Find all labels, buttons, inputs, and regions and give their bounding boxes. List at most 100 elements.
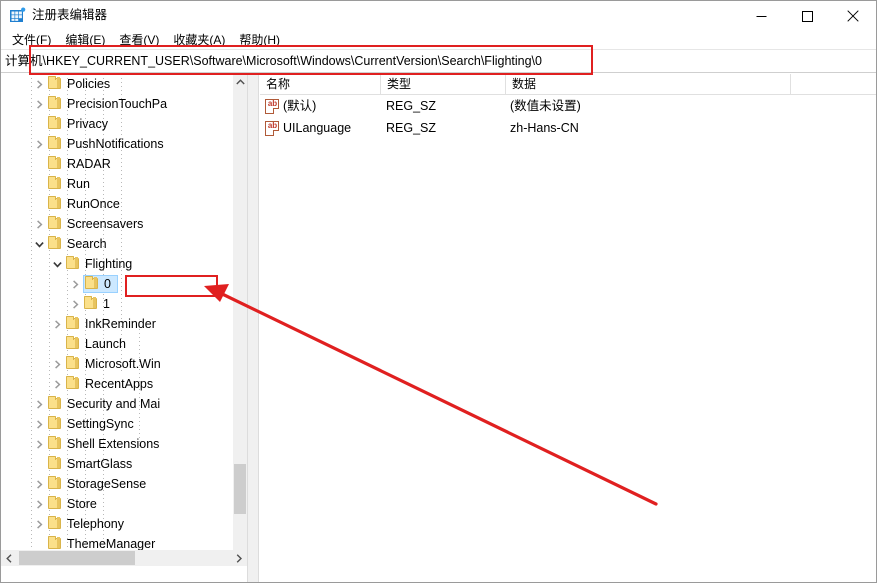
scroll-right-arrow-icon[interactable] — [231, 550, 247, 566]
folder-icon — [47, 417, 63, 431]
tree-item-label: 1 — [103, 294, 110, 314]
tree-item-content[interactable]: Telephony — [47, 515, 130, 533]
tree-item-content[interactable]: RADAR — [47, 155, 117, 173]
tree-item-content[interactable]: PrecisionTouchPa — [47, 95, 173, 113]
tree-item-content[interactable]: 0 — [83, 275, 118, 293]
address-bar[interactable]: 计算机\HKEY_CURRENT_USER\Software\Microsoft… — [1, 49, 876, 73]
values-list-body[interactable]: ab(默认)REG_SZ(数值未设置)abUILanguageREG_SZzh-… — [260, 95, 876, 583]
tree-expander-placeholder — [31, 115, 47, 133]
tree-item-content[interactable]: Shell Extensions — [47, 435, 165, 453]
tree-expander-placeholder — [31, 175, 47, 193]
tree-horizontal-scrollbar[interactable] — [1, 550, 247, 566]
chevron-right-icon[interactable] — [67, 275, 83, 293]
tree-item-shell-extensions[interactable]: Shell Extensions — [1, 434, 233, 454]
column-header-type[interactable]: 类型 — [381, 74, 506, 95]
chevron-right-icon[interactable] — [31, 135, 47, 153]
tree-item-screensavers[interactable]: Screensavers — [1, 214, 233, 234]
chevron-right-icon[interactable] — [31, 475, 47, 493]
tree-item-store[interactable]: Store — [1, 494, 233, 514]
value-row[interactable]: ab(默认)REG_SZ(数值未设置) — [260, 95, 876, 117]
address-path-text[interactable]: 计算机\HKEY_CURRENT_USER\Software\Microsoft… — [1, 50, 542, 72]
tree-item-content[interactable]: Microsoft.Win — [65, 355, 167, 373]
chevron-right-icon[interactable] — [49, 355, 65, 373]
tree-item-content[interactable]: Store — [47, 495, 103, 513]
tree-item-telephony[interactable]: Telephony — [1, 514, 233, 534]
tree-item-pushnotifications[interactable]: PushNotifications — [1, 134, 233, 154]
tree-item-content[interactable]: RunOnce — [47, 195, 126, 213]
registry-editor-window: 注册表编辑器 文件(F) 编辑(E) 查看(V) 收藏夹(A) 帮助(H) 计算… — [0, 0, 877, 583]
tree-item-content[interactable]: SmartGlass — [47, 455, 138, 473]
chevron-right-icon[interactable] — [31, 75, 47, 93]
chevron-right-icon[interactable] — [31, 415, 47, 433]
tree-item-precisiontouchpa[interactable]: PrecisionTouchPa — [1, 94, 233, 114]
tree-item-content[interactable]: PushNotifications — [47, 135, 170, 153]
menu-file[interactable]: 文件(F) — [6, 31, 59, 49]
tree-item-flighting[interactable]: Flighting — [1, 254, 233, 274]
maximize-button[interactable] — [784, 1, 830, 31]
tree-item-content[interactable]: Screensavers — [47, 215, 149, 233]
tree-item-content[interactable]: 1 — [83, 295, 116, 313]
menu-favorites[interactable]: 收藏夹(A) — [167, 31, 233, 49]
chevron-right-icon[interactable] — [67, 295, 83, 313]
tree-item-run[interactable]: Run — [1, 174, 233, 194]
value-row[interactable]: abUILanguageREG_SZzh-Hans-CN — [260, 117, 876, 139]
tree-expander-placeholder — [31, 195, 47, 213]
tree-item-storagesense[interactable]: StorageSense — [1, 474, 233, 494]
column-header-data[interactable]: 数据 — [506, 74, 791, 95]
tree-item-security-and-mai[interactable]: Security and Mai — [1, 394, 233, 414]
tree-item-inkreminder[interactable]: InkReminder — [1, 314, 233, 334]
chevron-right-icon[interactable] — [31, 215, 47, 233]
tree-item-privacy[interactable]: Privacy — [1, 114, 233, 134]
chevron-down-icon[interactable] — [49, 255, 65, 273]
tree-item-content[interactable]: Privacy — [47, 115, 114, 133]
values-list-header: 名称 类型 数据 — [260, 74, 876, 95]
tree-item-0[interactable]: 0 — [1, 274, 233, 294]
tree-item-settingsync[interactable]: SettingSync — [1, 414, 233, 434]
scroll-up-arrow-icon[interactable] — [233, 74, 247, 90]
chevron-right-icon[interactable] — [31, 95, 47, 113]
string-value-icon: ab — [265, 95, 281, 117]
tree-item-label: InkReminder — [85, 314, 156, 334]
tree-item-content[interactable]: RecentApps — [65, 375, 159, 393]
chevron-right-icon[interactable] — [49, 375, 65, 393]
chevron-right-icon[interactable] — [49, 315, 65, 333]
tree-item-radar[interactable]: RADAR — [1, 154, 233, 174]
chevron-right-icon[interactable] — [31, 495, 47, 513]
minimize-button[interactable] — [738, 1, 784, 31]
tree-item-content[interactable]: StorageSense — [47, 475, 152, 493]
tree-item-content[interactable]: Policies — [47, 75, 116, 93]
tree-item-content[interactable]: Flighting — [65, 255, 138, 273]
tree-item-content[interactable]: Launch — [65, 335, 132, 353]
menu-view[interactable]: 查看(V) — [113, 31, 167, 49]
menu-edit[interactable]: 编辑(E) — [59, 31, 113, 49]
value-name: UILanguage — [283, 117, 383, 139]
tree-item-1[interactable]: 1 — [1, 294, 233, 314]
tree-item-smartglass[interactable]: SmartGlass — [1, 454, 233, 474]
scroll-thumb-horizontal[interactable] — [19, 551, 135, 565]
tree-item-content[interactable]: SettingSync — [47, 415, 140, 433]
tree-item-launch[interactable]: Launch — [1, 334, 233, 354]
chevron-down-icon[interactable] — [31, 235, 47, 253]
tree-item-recentapps[interactable]: RecentApps — [1, 374, 233, 394]
tree-item-content[interactable]: Security and Mai — [47, 395, 166, 413]
scroll-thumb[interactable] — [234, 464, 246, 514]
scroll-left-arrow-icon[interactable] — [1, 550, 17, 566]
tree-item-content[interactable]: Run — [47, 175, 96, 193]
tree-item-content[interactable]: InkReminder — [65, 315, 162, 333]
folder-icon — [47, 537, 63, 551]
chevron-right-icon[interactable] — [31, 435, 47, 453]
chevron-right-icon[interactable] — [31, 515, 47, 533]
tree-item-runonce[interactable]: RunOnce — [1, 194, 233, 214]
close-button[interactable] — [830, 1, 876, 31]
menu-help[interactable]: 帮助(H) — [233, 31, 288, 49]
tree-item-label: Run — [67, 174, 90, 194]
tree-item-policies[interactable]: Policies — [1, 74, 233, 94]
pane-splitter[interactable] — [247, 74, 259, 583]
registry-tree[interactable]: Policies PrecisionTouchPa Privacy PushNotif… — [1, 74, 233, 566]
chevron-right-icon[interactable] — [31, 395, 47, 413]
tree-item-microsoft-win[interactable]: Microsoft.Win — [1, 354, 233, 374]
tree-item-content[interactable]: Search — [47, 235, 113, 253]
column-header-name[interactable]: 名称 — [260, 74, 381, 95]
tree-vertical-scrollbar[interactable] — [233, 74, 247, 566]
tree-item-search[interactable]: Search — [1, 234, 233, 254]
